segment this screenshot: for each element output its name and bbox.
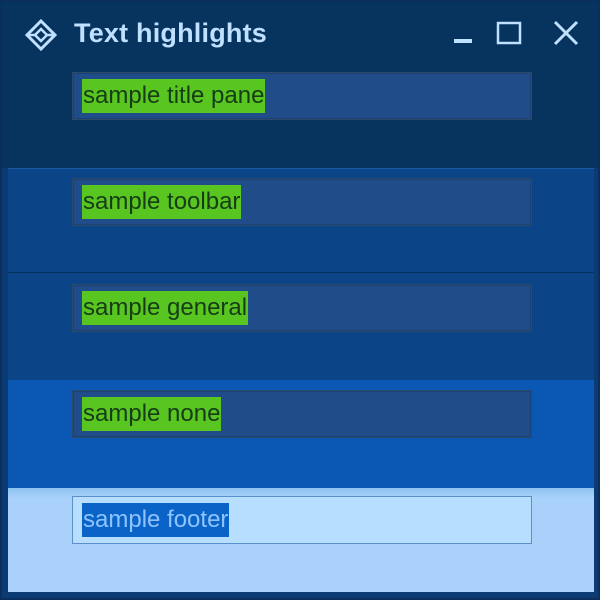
maximize-button[interactable] [495,18,525,48]
selected-text: sample footer [82,503,230,537]
general-text-field[interactable]: sample general [72,284,532,332]
footer-text-field[interactable]: sample footer [72,496,532,544]
toolbar-text-field[interactable]: sample toolbar [72,178,532,226]
title-pane-text-field[interactable]: sample title pane [72,72,532,120]
selected-text: sample general [82,291,249,325]
window-title: Text highlights [74,18,267,48]
selected-text: sample title pane [82,79,266,113]
selected-text: sample none [82,397,222,431]
diamond-app-icon [24,18,58,52]
minimize-icon [454,39,472,43]
title-bar[interactable]: Text highlights [2,2,598,68]
none-text-field[interactable]: sample none [72,390,532,438]
close-icon [553,20,579,46]
close-button[interactable] [551,18,581,48]
app-window: Text highlights sample title pane sample… [0,0,600,600]
maximize-icon [496,21,522,45]
minimize-button[interactable] [448,18,478,48]
selected-text: sample toolbar [82,185,242,219]
